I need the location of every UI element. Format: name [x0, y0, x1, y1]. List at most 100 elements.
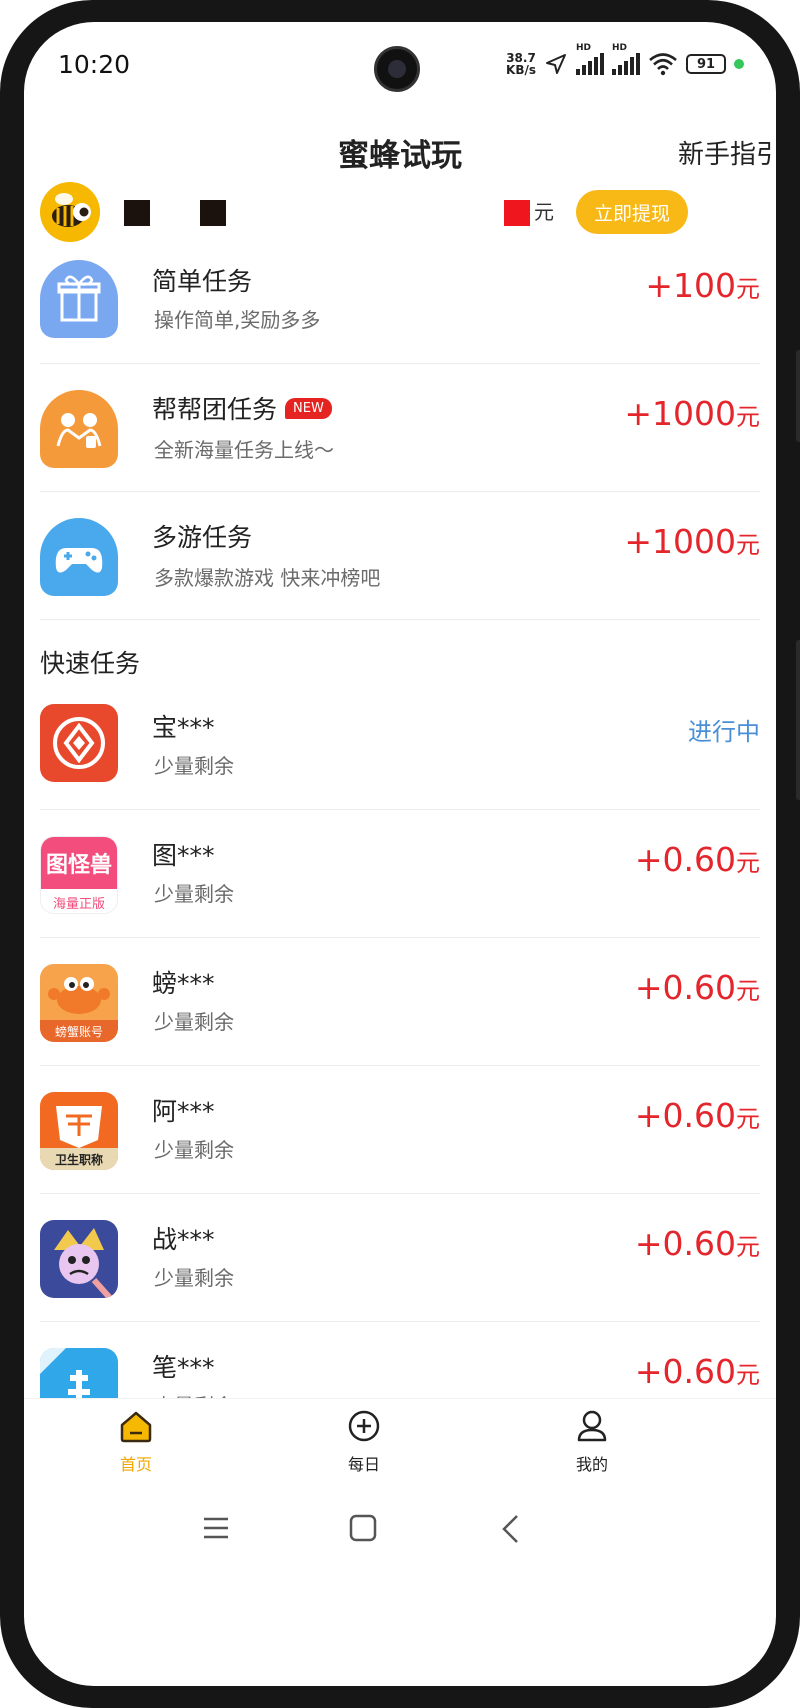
reward-unit: 元: [736, 275, 760, 303]
quick-task-title: 战***: [152, 1225, 215, 1254]
quick-task-subtitle: 少量剩余: [154, 1390, 234, 1398]
redacted-name-1: [124, 200, 150, 226]
quick-task-row[interactable]: 宝*** 少量剩余 进行中: [40, 682, 760, 810]
icon-tagline: 海量正版: [52, 896, 105, 912]
tab-daily[interactable]: 每日: [304, 1409, 424, 1475]
quick-task-reward: +0.60元: [635, 840, 760, 879]
task-row-simple[interactable]: 简单任务 操作简单,奖励多多 +100元: [40, 256, 760, 364]
privacy-dot: [734, 59, 744, 69]
task-title: 多游任务: [152, 523, 253, 552]
task-title: 简单任务: [152, 267, 253, 296]
quick-task-subtitle: 少量剩余: [154, 1138, 234, 1162]
signal-icon-1: HD: [576, 43, 604, 75]
menu-icon[interactable]: [202, 1516, 230, 1540]
back-icon[interactable]: [500, 1514, 520, 1544]
quick-task-title: 阿***: [152, 1097, 215, 1126]
reward-amount: +0.60: [634, 840, 736, 879]
app-icon-crab: 螃蟹账号: [40, 964, 118, 1042]
reward-unit: 元: [736, 1105, 760, 1133]
reward-amount: +1000: [624, 394, 736, 433]
tab-label: 我的: [575, 1455, 608, 1474]
reward-unit: 元: [736, 403, 760, 431]
phone-frame: 10:20 38.7 KB/s HD HD 91 蜜蜂试玩 新手指引 元 立即提…: [0, 0, 800, 1708]
location-arrow-icon: [546, 54, 566, 74]
net-speed: 38.7 KB/s: [506, 52, 536, 76]
volume-button: [796, 350, 800, 442]
task-subtitle: 多款爆款游戏 快来冲榜吧: [154, 566, 381, 590]
quick-task-reward: +0.60元: [635, 1224, 760, 1263]
front-camera: [374, 46, 420, 92]
quick-task-row[interactable]: 螃蟹账号 螃*** 少量剩余 +0.60元: [40, 938, 760, 1066]
new-badge: NEW: [285, 398, 332, 419]
tab-label: 每日: [347, 1455, 380, 1474]
reward-unit: 元: [736, 531, 760, 559]
quick-task-row[interactable]: 笔*** 少量剩余 +0.60元: [40, 1322, 760, 1398]
quick-task-reward: +0.60元: [635, 968, 760, 1007]
icon-brand-text: 图怪兽: [41, 837, 117, 889]
system-nav-bar: [24, 1488, 776, 1568]
home-square-icon[interactable]: [349, 1514, 377, 1542]
task-reward: +1000元: [624, 394, 760, 433]
tab-home[interactable]: 首页: [76, 1409, 196, 1475]
quick-task-reward: +0.60元: [635, 1352, 760, 1391]
status-bar: 10:20 38.7 KB/s HD HD 91: [24, 22, 776, 114]
reward-amount: +0.60: [634, 1352, 736, 1391]
icon-label: 卫生职称: [40, 1148, 118, 1170]
screen: 10:20 38.7 KB/s HD HD 91 蜜蜂试玩 新手指引 元 立即提…: [24, 22, 776, 1686]
reward-unit: 元: [736, 1233, 760, 1261]
status-icons: 38.7 KB/s HD HD 91: [506, 43, 744, 76]
quick-task-title: 宝***: [152, 713, 215, 742]
avatar[interactable]: [40, 182, 100, 242]
app-icon-bao: [40, 704, 118, 782]
home-icon: [120, 1411, 152, 1443]
task-row-helpers[interactable]: 帮帮团任务 NEW 全新海量任务上线～ +1000元: [40, 364, 760, 492]
reward-unit: 元: [736, 849, 760, 877]
quick-task-title: 笔***: [152, 1353, 215, 1382]
reward-amount: +0.60: [634, 968, 736, 1007]
withdraw-button[interactable]: 立即提现: [576, 190, 688, 234]
redacted-balance: [504, 200, 530, 226]
net-speed-unit: KB/s: [506, 63, 536, 77]
battery-icon: 91: [686, 54, 726, 74]
task-row-games[interactable]: 多游任务 多款爆款游戏 快来冲榜吧 +1000元: [40, 492, 760, 620]
plus-circle-icon: [348, 1410, 380, 1442]
page-title: 蜜蜂试玩: [338, 138, 462, 174]
quick-task-row[interactable]: 图怪兽 海量正版 图*** 少量剩余 +0.60元: [40, 810, 760, 938]
signal-icon-2: HD: [612, 43, 640, 75]
bottom-nav: 首页 每日 我的: [24, 1398, 776, 1488]
quick-task-row[interactable]: 战*** 少量剩余 +0.60元: [40, 1194, 760, 1322]
tab-label: 首页: [119, 1455, 152, 1474]
quick-task-reward: +0.60元: [635, 1096, 760, 1135]
gamepad-icon: [40, 518, 118, 596]
handshake-icon: [40, 390, 118, 468]
reward-unit: 元: [736, 1361, 760, 1389]
hd-label-1: HD: [576, 43, 592, 53]
hd-label-2: HD: [612, 43, 628, 53]
running-status: 进行中: [688, 718, 760, 746]
app-icon-zhan: [40, 1220, 118, 1298]
task-subtitle: 操作简单,奖励多多: [154, 308, 321, 332]
quick-task-title: 图***: [152, 841, 215, 870]
reward-amount: +1000: [624, 522, 736, 561]
quick-task-subtitle: 少量剩余: [154, 1266, 234, 1290]
bee-icon: [52, 193, 91, 227]
task-title: 帮帮团任务: [152, 395, 278, 424]
task-list[interactable]: 简单任务 操作简单,奖励多多 +100元 帮帮团任务 NEW 全新海量任务上线～…: [24, 256, 776, 1398]
power-button: [796, 640, 800, 800]
balance-unit: 元: [534, 200, 554, 224]
tab-profile[interactable]: 我的: [532, 1409, 652, 1475]
redacted-name-2: [200, 200, 226, 226]
quick-task-subtitle: 少量剩余: [154, 754, 234, 778]
user-bar: 元 立即提现: [24, 182, 776, 266]
app-icon-tu: 图怪兽 海量正版: [40, 836, 118, 914]
reward-amount: +0.60: [634, 1224, 736, 1263]
task-reward: +100元: [645, 266, 760, 305]
icon-label: 螃蟹账号: [40, 1020, 118, 1042]
guide-link[interactable]: 新手指引: [678, 134, 776, 171]
wifi-icon: [649, 53, 677, 76]
task-title-wrap: 帮帮团任务 NEW: [152, 390, 332, 426]
user-icon: [577, 1410, 607, 1442]
status-time: 10:20: [58, 50, 131, 79]
quick-task-row[interactable]: 卫生职称 阿*** 少量剩余 +0.60元: [40, 1066, 760, 1194]
reward-amount: +0.60: [634, 1096, 736, 1135]
